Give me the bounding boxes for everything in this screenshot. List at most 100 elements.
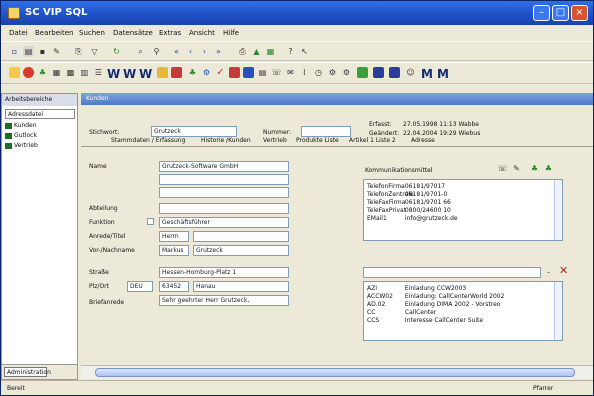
tab-stammdaten[interactable]: Stammdaten / Erfassung (111, 137, 185, 144)
land-field[interactable]: DEU (127, 281, 153, 292)
titel-field[interactable] (193, 231, 289, 242)
copy-icon[interactable]: ⎘ (73, 46, 84, 57)
new-icon[interactable]: ▫ (9, 46, 20, 57)
tab-produkte[interactable]: Produkte Liste (296, 137, 339, 144)
book-blue-icon[interactable] (243, 67, 254, 78)
user-icon[interactable]: ☺ (405, 67, 416, 78)
tab-historie[interactable]: Historie /Kunden (201, 137, 251, 144)
gear-icon[interactable]: ⚙ (341, 67, 352, 78)
plz-field[interactable]: 63452 (159, 281, 189, 292)
aktionen-list[interactable]: AZI Einladung CCW2003 ACCW02 Einladung: … (363, 281, 563, 341)
settings-icon[interactable]: ⚙ (327, 67, 338, 78)
window-icon[interactable] (373, 67, 384, 78)
ort-field[interactable]: Hanau (193, 281, 289, 292)
list-item[interactable]: ACCW02 Einladung: CallCenterWorld 2002 (367, 293, 504, 300)
window2-icon[interactable] (389, 67, 400, 78)
check-icon[interactable]: ✓ (215, 67, 226, 78)
menu-extras[interactable]: Extras (159, 29, 181, 37)
edit-icon[interactable]: ✎ (51, 46, 62, 57)
list-icon[interactable]: ☰ (93, 67, 104, 78)
folder-icon[interactable] (9, 67, 20, 78)
menu-datensaetze[interactable]: Datensätze (113, 29, 153, 37)
nachname-field[interactable]: Grutzeck (193, 245, 289, 256)
menu-datei[interactable]: Datei (9, 29, 28, 37)
aktion-filter-field[interactable] (363, 267, 541, 278)
phone-icon[interactable]: ☏ (271, 67, 282, 78)
list-item[interactable]: AD.02 Einladung DIMA 2002 - Vorstreo (367, 301, 500, 308)
list-item[interactable]: CC CallCenter (367, 309, 436, 316)
filter-icon[interactable]: ▽ (89, 46, 100, 57)
list-item[interactable]: TeleFaxFirma 06181/9701 66 (367, 199, 451, 206)
attach-icon[interactable]: ⌇ (299, 67, 310, 78)
tab-adresse[interactable]: Adresse (411, 137, 435, 144)
image-icon[interactable] (357, 67, 368, 78)
menu-hilfe[interactable]: Hilfe (223, 29, 239, 37)
binoculars-icon[interactable]: ⚲ (151, 46, 162, 57)
network-icon[interactable]: ⚙ (201, 67, 212, 78)
clock-icon[interactable]: ◷ (313, 67, 324, 78)
delete-icon[interactable]: ✕ (559, 264, 568, 277)
mail-icon[interactable]: ✉ (285, 67, 296, 78)
strasse-field[interactable]: Hessen-Homburg-Platz 1 (159, 267, 289, 278)
minimize-button[interactable]: – (533, 5, 550, 21)
lock-icon[interactable] (157, 67, 168, 78)
list-item[interactable]: TelefonFirma 06181/97017 (367, 183, 445, 190)
word-icon[interactable]: W (139, 67, 152, 81)
book-icon[interactable] (171, 67, 182, 78)
book-red-icon[interactable] (229, 67, 240, 78)
help-icon[interactable]: ? (285, 46, 296, 57)
close-button[interactable]: × (571, 5, 588, 21)
phone-icon[interactable]: ☏ (497, 163, 508, 174)
refresh-icon[interactable]: ↻ (111, 46, 122, 57)
list-item[interactable]: EMail1 info@grutzeck.de (367, 215, 458, 222)
funktion-field[interactable]: Geschäftsführer (159, 217, 289, 228)
briefanrede-field[interactable]: Sehr geehrter Herr Grutzeck, (159, 295, 289, 306)
stop-icon[interactable] (23, 67, 34, 78)
edit-icon[interactable]: ✎ (511, 163, 522, 174)
calendar-small-icon[interactable]: ▤ (257, 67, 268, 78)
chart-icon[interactable]: ▲ (251, 46, 262, 57)
sidebar-tab-adressdatei[interactable]: Adressdatei (5, 109, 75, 119)
word-icon[interactable]: W (107, 67, 120, 81)
mail-merge-icon[interactable]: M (437, 67, 449, 81)
last-record-icon[interactable]: » (213, 46, 224, 57)
leaf-icon[interactable]: ♣ (529, 163, 540, 174)
search-icon[interactable]: ⌕ (135, 46, 146, 57)
tab-artikel[interactable]: Artikel 1 Liste 2 (349, 137, 396, 144)
calendar-icon[interactable]: ▦ (51, 67, 62, 78)
maximize-button[interactable]: □ (552, 5, 569, 21)
table-icon[interactable]: ▥ (79, 67, 90, 78)
kommunikation-scrollbar[interactable] (554, 180, 562, 240)
context-help-icon[interactable]: ↖ (299, 46, 310, 57)
tree-icon[interactable]: ♣ (187, 67, 198, 78)
name-field-2[interactable] (159, 174, 289, 185)
save-icon[interactable]: ▪ (37, 46, 48, 57)
export-icon[interactable]: ▦ (265, 46, 276, 57)
dash-icon[interactable]: – (547, 269, 550, 276)
menu-ansicht[interactable]: Ansicht (189, 29, 215, 37)
list-item[interactable]: CCS Interesse CallCenter Suite (367, 317, 483, 324)
list-item[interactable]: TelefonZentrale 06181/9701-0 (367, 191, 447, 198)
grid-icon[interactable]: ▩ (65, 67, 76, 78)
list-item[interactable]: TeleFaxPrivat 0800/24600 10 (367, 207, 451, 214)
mail-merge-icon[interactable]: M (421, 67, 433, 81)
name-field-1[interactable]: Grutzeck-Software GmbH (159, 161, 289, 172)
list-item[interactable]: AZI Einladung CCW2003 (367, 285, 466, 292)
menu-bearbeiten[interactable]: Bearbeiten (35, 29, 73, 37)
prev-record-icon[interactable]: ‹ (185, 46, 196, 57)
name-field-3[interactable] (159, 187, 289, 198)
funktion-checkbox[interactable] (147, 218, 154, 225)
horizontal-scrollbar[interactable] (81, 365, 593, 379)
tab-vertrieb[interactable]: Vertrieb (263, 137, 287, 144)
menu-suchen[interactable]: Suchen (79, 29, 105, 37)
kommunikation-list[interactable]: TelefonFirma 06181/97017 TelefonZentrale… (363, 179, 563, 241)
print-icon[interactable]: ⎙ (237, 46, 248, 57)
next-record-icon[interactable]: › (199, 46, 210, 57)
first-record-icon[interactable]: « (171, 46, 182, 57)
administration-button[interactable]: Administration (4, 367, 51, 377)
aktionen-scrollbar[interactable] (554, 282, 562, 340)
word-icon[interactable]: W (123, 67, 136, 81)
abteilung-field[interactable] (159, 203, 289, 214)
sidebar-item-gutlock[interactable]: Gutlock (5, 132, 37, 139)
sidebar-item-vertrieb[interactable]: Vertrieb (5, 142, 38, 149)
